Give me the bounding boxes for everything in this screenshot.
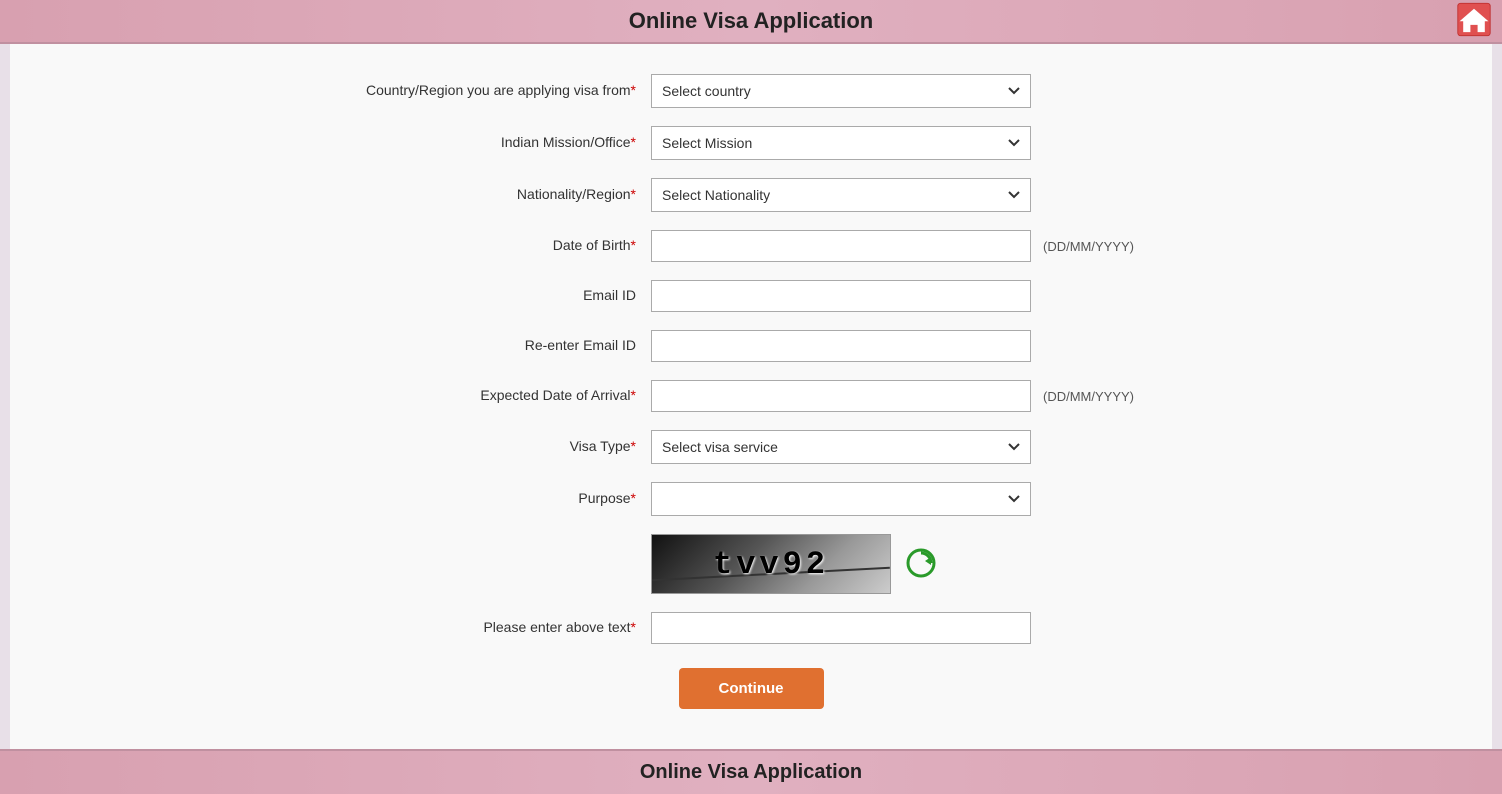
required-star: * bbox=[631, 82, 636, 98]
captcha-input-row: Please enter above text* bbox=[271, 612, 1231, 644]
visa-type-select[interactable]: Select visa service bbox=[651, 430, 1031, 464]
purpose-label: Purpose* bbox=[271, 489, 651, 509]
arrival-date-input[interactable] bbox=[651, 380, 1031, 412]
arrival-date-input-wrapper bbox=[651, 380, 1031, 412]
captcha-image: tvv92 bbox=[651, 534, 891, 594]
dob-hint: (DD/MM/YYYY) bbox=[1043, 239, 1134, 254]
arrival-date-hint: (DD/MM/YYYY) bbox=[1043, 389, 1134, 404]
re-email-row: Re-enter Email ID bbox=[271, 330, 1231, 362]
required-star-mission: * bbox=[631, 134, 636, 150]
continue-button[interactable]: Continue bbox=[679, 668, 824, 709]
email-input[interactable] bbox=[651, 280, 1031, 312]
visa-type-row: Visa Type* Select visa service bbox=[271, 430, 1231, 464]
country-region-input-wrapper: Select country bbox=[651, 74, 1031, 108]
page-title: Online Visa Application bbox=[0, 8, 1502, 34]
required-star-dob: * bbox=[631, 237, 636, 253]
country-region-row: Country/Region you are applying visa fro… bbox=[271, 74, 1231, 108]
header-bar: Online Visa Application bbox=[0, 0, 1502, 44]
required-star-arrival: * bbox=[631, 387, 636, 403]
footer-bar: Online Visa Application bbox=[0, 749, 1502, 794]
required-star-nationality: * bbox=[631, 186, 636, 202]
captcha-input[interactable] bbox=[651, 612, 1031, 644]
captcha-row: tvv92 bbox=[271, 534, 1231, 594]
refresh-captcha-button[interactable] bbox=[905, 547, 937, 582]
re-email-label: Re-enter Email ID bbox=[271, 336, 651, 356]
dob-row: Date of Birth* (DD/MM/YYYY) bbox=[271, 230, 1231, 262]
visa-type-label: Visa Type* bbox=[271, 437, 651, 457]
home-icon bbox=[1456, 2, 1492, 38]
purpose-input-wrapper bbox=[651, 482, 1031, 516]
main-content: Country/Region you are applying visa fro… bbox=[10, 44, 1492, 749]
nationality-input-wrapper: Select Nationality bbox=[651, 178, 1031, 212]
arrival-date-row: Expected Date of Arrival* (DD/MM/YYYY) bbox=[271, 380, 1231, 412]
indian-mission-select[interactable]: Select Mission bbox=[651, 126, 1031, 160]
visa-type-input-wrapper: Select visa service bbox=[651, 430, 1031, 464]
email-label: Email ID bbox=[271, 286, 651, 306]
footer-title: Online Visa Application bbox=[0, 761, 1502, 784]
nationality-label: Nationality/Region* bbox=[271, 185, 651, 205]
captcha-text: tvv92 bbox=[713, 546, 829, 583]
dob-input[interactable] bbox=[651, 230, 1031, 262]
required-star-visa: * bbox=[631, 438, 636, 454]
nationality-select[interactable]: Select Nationality bbox=[651, 178, 1031, 212]
captcha-input-wrapper bbox=[651, 612, 1031, 644]
indian-mission-input-wrapper: Select Mission bbox=[651, 126, 1031, 160]
dob-label: Date of Birth* bbox=[271, 236, 651, 256]
indian-mission-row: Indian Mission/Office* Select Mission bbox=[271, 126, 1231, 160]
captcha-input-label: Please enter above text* bbox=[271, 618, 651, 638]
country-region-label: Country/Region you are applying visa fro… bbox=[271, 81, 651, 101]
arrival-date-label: Expected Date of Arrival* bbox=[271, 386, 651, 406]
captcha-image-wrapper: tvv92 bbox=[651, 534, 937, 594]
page-wrapper: Online Visa Application Country/Region y… bbox=[0, 0, 1502, 794]
continue-row: Continue bbox=[271, 668, 1231, 709]
purpose-select[interactable] bbox=[651, 482, 1031, 516]
indian-mission-label: Indian Mission/Office* bbox=[271, 133, 651, 153]
dob-input-wrapper bbox=[651, 230, 1031, 262]
re-email-input[interactable] bbox=[651, 330, 1031, 362]
refresh-icon bbox=[905, 547, 937, 579]
email-input-wrapper bbox=[651, 280, 1031, 312]
nationality-row: Nationality/Region* Select Nationality bbox=[271, 178, 1231, 212]
required-star-captcha: * bbox=[631, 619, 636, 635]
home-icon-container[interactable] bbox=[1456, 2, 1492, 41]
form-container: Country/Region you are applying visa fro… bbox=[271, 74, 1231, 709]
email-row: Email ID bbox=[271, 280, 1231, 312]
re-email-input-wrapper bbox=[651, 330, 1031, 362]
purpose-row: Purpose* bbox=[271, 482, 1231, 516]
required-star-purpose: * bbox=[631, 490, 636, 506]
country-region-select[interactable]: Select country bbox=[651, 74, 1031, 108]
